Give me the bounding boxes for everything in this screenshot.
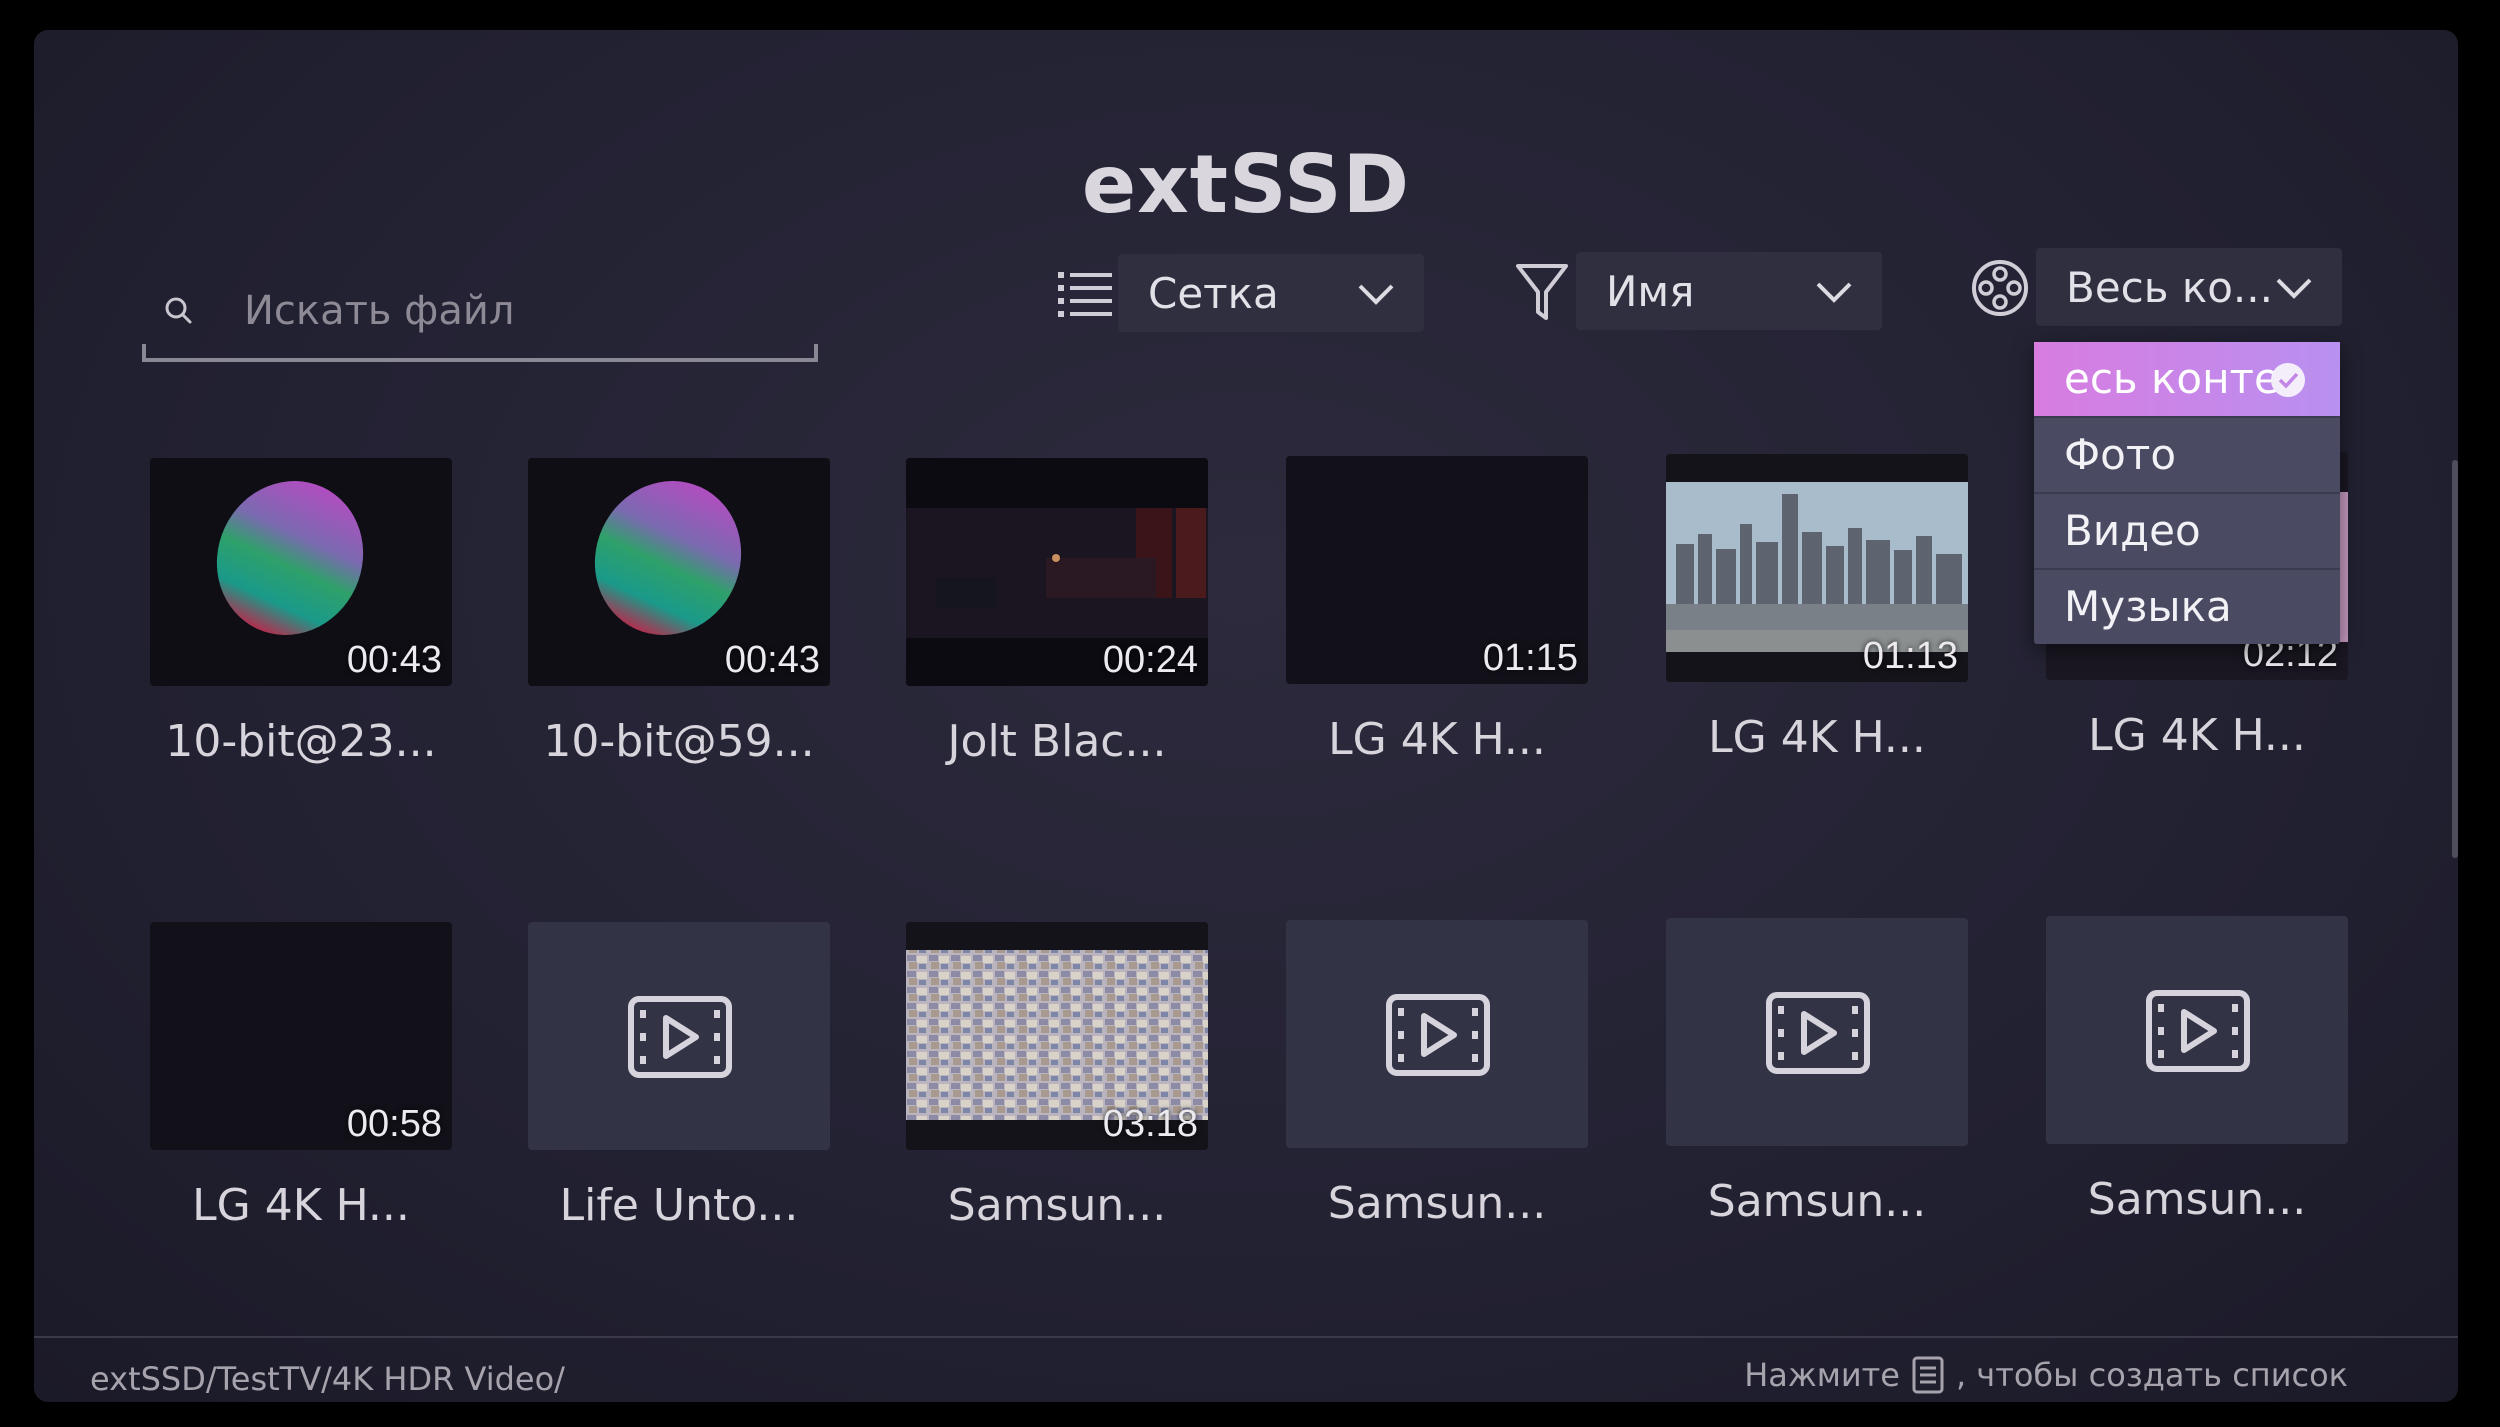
video-file-icon <box>1386 994 1490 1076</box>
video-thumbnail: 00:24 <box>906 458 1208 686</box>
video-tile[interactable]: 00:24 Jolt Blac... <box>906 458 1208 767</box>
video-duration: 00:43 <box>724 639 820 681</box>
video-tile[interactable]: 00:43 10-bit@23... <box>150 458 452 767</box>
search-input[interactable] <box>242 278 806 344</box>
video-thumbnail: 03:18 <box>906 922 1208 1150</box>
list-icon <box>1058 272 1112 317</box>
content-type-menu: есь конте Фото Видео Музыка <box>2034 342 2340 644</box>
video-thumbnail: 00:43 <box>528 458 830 686</box>
sort-label: Имя <box>1606 266 1695 316</box>
video-file-icon <box>1766 992 1870 1074</box>
video-tile[interactable]: 03:18 Samsun... <box>906 922 1208 1231</box>
video-title: Samsun... <box>947 1180 1167 1231</box>
video-file-icon <box>2146 990 2250 1072</box>
breadcrumb-path: extSSD/TestTV/4K HDR Video/ <box>90 1360 565 1398</box>
hint-text-after: , чтобы создать список <box>1955 1356 2348 1394</box>
menu-item-label: Видео <box>2064 506 2201 555</box>
video-tile[interactable]: 01:15 LG 4K H... <box>1286 456 1588 765</box>
search-box[interactable] <box>142 248 818 362</box>
video-duration: 00:58 <box>346 1103 442 1145</box>
filter-icon <box>1516 264 1568 320</box>
list-button-icon <box>1912 1356 1944 1394</box>
video-title: Samsun... <box>2087 1174 2307 1225</box>
page-title: extSSD <box>1081 138 1411 231</box>
video-file-icon <box>628 996 732 1078</box>
menu-item-music[interactable]: Музыка <box>2034 568 2340 644</box>
video-title: LG 4K H... <box>192 1180 410 1231</box>
menu-item-label: есь конте <box>2064 354 2280 403</box>
menu-item-video[interactable]: Видео <box>2034 492 2340 568</box>
checkmark-icon <box>2271 363 2305 397</box>
view-mode-label: Сетка <box>1148 268 1279 318</box>
video-tile[interactable]: Samsun... <box>2046 916 2348 1225</box>
film-reel-icon <box>1972 260 2028 316</box>
hint-text-before: Нажмите <box>1744 1356 1900 1394</box>
menu-item-all-content[interactable]: есь конте <box>2034 342 2340 416</box>
footer-hint: Нажмите , чтобы создать список <box>1744 1356 2348 1394</box>
video-duration: 00:43 <box>346 639 442 681</box>
video-thumbnail: 01:15 <box>1286 456 1588 684</box>
video-tile[interactable]: 00:58 LG 4K H... <box>150 922 452 1231</box>
video-title: Life Unto... <box>559 1180 799 1231</box>
divider <box>34 1336 2458 1338</box>
video-thumbnail <box>1286 920 1588 1148</box>
video-tile[interactable]: Samsun... <box>1286 920 1588 1229</box>
video-duration: 01:15 <box>1482 637 1578 679</box>
chevron-down-icon <box>2276 278 2312 299</box>
menu-item-label: Фото <box>2064 430 2177 479</box>
video-title: 10-bit@23... <box>165 716 437 767</box>
chevron-down-icon <box>1358 284 1394 305</box>
video-title: LG 4K H... <box>1708 712 1926 763</box>
chevron-down-icon <box>1816 282 1852 303</box>
video-title: Samsun... <box>1327 1178 1547 1229</box>
search-icon <box>165 297 192 324</box>
video-tile[interactable]: 00:43 10-bit@59... <box>528 458 830 767</box>
menu-item-photo[interactable]: Фото <box>2034 416 2340 492</box>
content-type-label: Весь ко... <box>2066 262 2273 312</box>
video-tile[interactable]: 01:13 LG 4K H... <box>1666 454 1968 763</box>
menu-item-label: Музыка <box>2064 582 2232 631</box>
view-mode-dropdown[interactable]: Сетка <box>1118 254 1424 332</box>
video-thumbnail <box>528 922 830 1150</box>
content-type-dropdown[interactable]: Весь ко... <box>2036 248 2342 326</box>
video-title: 10-bit@59... <box>543 716 815 767</box>
tv-screen: extSSD Сетка Имя <box>34 30 2458 1402</box>
scrollbar[interactable] <box>2452 460 2458 858</box>
video-title: LG 4K H... <box>1328 714 1546 765</box>
video-thumbnail <box>1666 918 1968 1146</box>
video-thumbnail: 01:13 <box>1666 454 1968 682</box>
video-title: Jolt Blac... <box>947 716 1167 767</box>
video-thumbnail: 00:58 <box>150 922 452 1150</box>
video-thumbnail <box>2046 916 2348 1144</box>
video-tile[interactable]: Life Unto... <box>528 922 830 1231</box>
video-thumbnail: 00:43 <box>150 458 452 686</box>
video-duration: 01:13 <box>1862 635 1958 677</box>
video-tile[interactable]: Samsun... <box>1666 918 1968 1227</box>
video-title: LG 4K H... <box>2088 710 2306 761</box>
video-duration: 03:18 <box>1102 1103 1198 1145</box>
video-duration: 00:24 <box>1102 639 1198 681</box>
video-title: Samsun... <box>1707 1176 1927 1227</box>
sort-dropdown[interactable]: Имя <box>1576 252 1882 330</box>
